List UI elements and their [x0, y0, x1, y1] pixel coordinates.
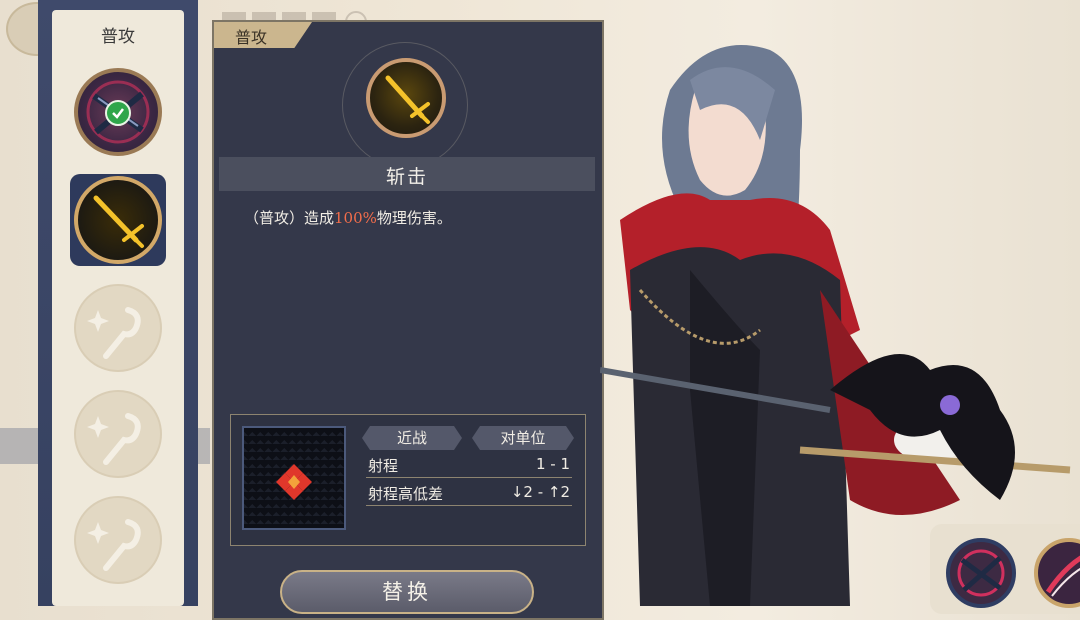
- stat-range-value: 1 - 1: [535, 455, 570, 473]
- skill-slot-2[interactable]: [74, 176, 162, 264]
- tag-single-target: 对单位: [472, 426, 574, 450]
- skill-desc-suffix: 物理伤害。: [376, 209, 452, 227]
- skill-slot-3[interactable]: [74, 284, 162, 372]
- equipped-check-icon: [105, 100, 131, 126]
- column-title: 普攻: [101, 27, 135, 47]
- stat-divider: [366, 505, 572, 506]
- replace-button[interactable]: 替换: [280, 570, 534, 614]
- skill-emblem: [366, 58, 446, 138]
- stat-height-label: 射程高低差: [368, 485, 444, 503]
- sparkle-staff-icon: [87, 413, 141, 465]
- range-grid: [242, 426, 346, 530]
- skill-slot-5[interactable]: [74, 496, 162, 584]
- skill-desc-prefix: （普攻）造成: [244, 209, 335, 227]
- slash-skill-icon: [1045, 555, 1080, 597]
- stat-range-label: 射程: [368, 457, 399, 475]
- quick-switch-skill-2[interactable]: [1034, 538, 1080, 608]
- stat-height-value: ↓2 - ↑2: [510, 483, 570, 501]
- character-portrait: [600, 45, 1071, 606]
- skill-description: （普攻）造成100%物理伤害。: [244, 207, 452, 228]
- golden-sword-icon: [385, 75, 430, 124]
- skill-name: 斩击: [385, 166, 428, 188]
- stat-divider: [366, 477, 572, 478]
- skill-desc-highlight: 100%: [334, 209, 377, 227]
- panel-tab-label: 普攻: [234, 28, 267, 47]
- sparkle-staff-icon: [87, 519, 141, 571]
- skill-slot-4[interactable]: [74, 390, 162, 478]
- sparkle-staff-icon: [87, 307, 141, 359]
- quick-switch-skill-1[interactable]: [946, 538, 1016, 608]
- tag-melee: 近战: [362, 426, 462, 450]
- crossed-swords-icon: [957, 549, 1005, 597]
- golden-sword-icon: [93, 195, 144, 248]
